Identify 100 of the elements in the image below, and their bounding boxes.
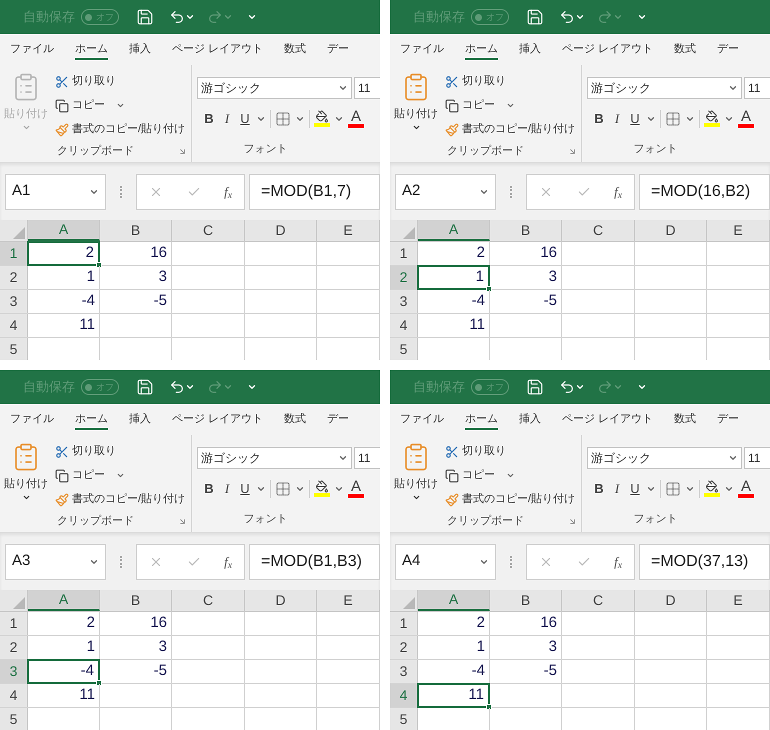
table-cell[interactable]: -4 bbox=[27, 659, 100, 684]
row-header[interactable]: 3 bbox=[0, 290, 28, 313]
copy-button[interactable]: コピー bbox=[55, 95, 186, 116]
underline-button[interactable]: U bbox=[238, 109, 252, 128]
caret-icon[interactable] bbox=[728, 83, 738, 93]
row-header[interactable]: 2 bbox=[0, 266, 28, 289]
table-cell[interactable]: 1 bbox=[417, 265, 490, 290]
bold-button[interactable]: B bbox=[202, 109, 216, 128]
font-size-field[interactable]: 11 bbox=[744, 447, 770, 469]
row-header[interactable]: 1 bbox=[0, 612, 28, 635]
ribbon-tab[interactable]: 挿入 bbox=[519, 408, 541, 430]
format-painter-button[interactable]: 書式のコピー/貼り付け bbox=[445, 119, 576, 140]
dialog-launcher-icon[interactable] bbox=[568, 516, 577, 526]
customize-icon[interactable] bbox=[637, 382, 647, 392]
table-cell[interactable]: 11 bbox=[417, 683, 490, 708]
ribbon-tab[interactable]: ホーム bbox=[75, 408, 108, 430]
name-box[interactable]: A2 bbox=[395, 174, 496, 210]
table-cell[interactable]: -5 bbox=[490, 660, 561, 683]
column-header[interactable]: E bbox=[317, 220, 380, 241]
copy-button[interactable]: コピー bbox=[55, 465, 186, 486]
ribbon-tab[interactable]: ページ レイアウト bbox=[562, 38, 654, 60]
font-name-field[interactable]: 游ゴシック bbox=[587, 447, 742, 469]
bold-button[interactable]: B bbox=[592, 479, 606, 498]
column-header[interactable]: D bbox=[635, 220, 707, 241]
row-header[interactable]: 3 bbox=[0, 660, 28, 683]
insert-function-button[interactable]: f$_{x}$ bbox=[614, 182, 622, 202]
row-header[interactable]: 4 bbox=[390, 314, 418, 337]
save-icon[interactable] bbox=[136, 378, 154, 396]
font-name-field[interactable]: 游ゴシック bbox=[197, 77, 352, 99]
cut-button[interactable]: 切り取り bbox=[445, 441, 576, 462]
row-header[interactable]: 4 bbox=[390, 684, 418, 707]
ribbon-tab[interactable]: 数式 bbox=[284, 408, 306, 430]
borders-icon[interactable] bbox=[275, 480, 291, 497]
customize-icon[interactable] bbox=[247, 382, 257, 392]
font-size-field[interactable]: 11 bbox=[354, 447, 380, 469]
save-icon[interactable] bbox=[526, 378, 544, 396]
insert-function-button[interactable]: f$_{x}$ bbox=[224, 552, 232, 572]
paste-button[interactable]: 貼り付け bbox=[390, 71, 442, 140]
font-color-button[interactable]: A bbox=[348, 109, 364, 128]
save-icon[interactable] bbox=[526, 8, 544, 26]
font-size-field[interactable]: 11 bbox=[744, 77, 770, 99]
ribbon-tab[interactable]: ページ レイアウト bbox=[172, 408, 264, 430]
ribbon-tab[interactable]: ホーム bbox=[465, 408, 498, 430]
customize-icon[interactable] bbox=[247, 12, 257, 22]
fill-color-button[interactable] bbox=[704, 110, 720, 128]
ribbon-tab[interactable]: 挿入 bbox=[519, 38, 541, 60]
borders-icon[interactable] bbox=[275, 110, 291, 127]
ribbon-tab[interactable]: デー bbox=[717, 38, 740, 60]
table-cell[interactable]: 2 bbox=[418, 612, 489, 635]
ribbon-tab[interactable]: デー bbox=[327, 38, 350, 60]
ribbon-tab[interactable]: デー bbox=[717, 408, 740, 430]
copy-button[interactable]: コピー bbox=[445, 465, 576, 486]
caret-icon[interactable] bbox=[575, 382, 585, 392]
format-painter-button[interactable]: 書式のコピー/貼り付け bbox=[445, 489, 576, 510]
table-cell[interactable]: -5 bbox=[490, 290, 561, 313]
save-icon[interactable] bbox=[136, 8, 154, 26]
undo-icon[interactable] bbox=[169, 9, 185, 25]
insert-function-button[interactable]: f$_{x}$ bbox=[224, 182, 232, 202]
row-header[interactable]: 1 bbox=[0, 242, 28, 265]
ribbon-tab[interactable]: 挿入 bbox=[129, 408, 151, 430]
customize-icon[interactable] bbox=[637, 12, 647, 22]
insert-function-button[interactable]: f$_{x}$ bbox=[614, 552, 622, 572]
ribbon-tab[interactable]: 挿入 bbox=[129, 38, 151, 60]
column-header[interactable]: A bbox=[28, 590, 100, 611]
borders-icon[interactable] bbox=[665, 110, 681, 127]
column-header[interactable]: A bbox=[418, 590, 490, 611]
dialog-launcher-icon[interactable] bbox=[178, 146, 187, 156]
font-color-button[interactable]: A bbox=[738, 109, 754, 128]
table-cell[interactable]: 3 bbox=[100, 266, 171, 289]
ribbon-tab[interactable]: 数式 bbox=[284, 38, 306, 60]
fill-color-button[interactable] bbox=[704, 480, 720, 498]
italic-button[interactable]: I bbox=[220, 479, 234, 498]
column-header[interactable]: D bbox=[245, 220, 317, 241]
table-cell[interactable]: 11 bbox=[418, 314, 489, 337]
font-color-button[interactable]: A bbox=[738, 479, 754, 498]
bold-button[interactable]: B bbox=[202, 479, 216, 498]
cut-button[interactable]: 切り取り bbox=[55, 441, 186, 462]
bold-button[interactable]: B bbox=[592, 109, 606, 128]
table-cell[interactable]: 2 bbox=[27, 241, 100, 266]
row-header[interactable]: 5 bbox=[0, 338, 28, 360]
italic-button[interactable]: I bbox=[220, 109, 234, 128]
table-cell[interactable]: 16 bbox=[490, 612, 561, 635]
row-header[interactable]: 5 bbox=[390, 708, 418, 730]
cut-button[interactable]: 切り取り bbox=[55, 71, 186, 92]
column-header[interactable]: B bbox=[100, 220, 172, 241]
table-cell[interactable]: -4 bbox=[418, 660, 489, 683]
ribbon-tab[interactable]: デー bbox=[327, 408, 350, 430]
caret-icon[interactable] bbox=[338, 83, 348, 93]
cut-button[interactable]: 切り取り bbox=[445, 71, 576, 92]
ribbon-tab[interactable]: ファイル bbox=[400, 38, 444, 60]
ribbon-tab[interactable]: 数式 bbox=[674, 408, 696, 430]
column-header[interactable]: C bbox=[172, 590, 245, 611]
font-color-button[interactable]: A bbox=[348, 479, 364, 498]
column-header[interactable]: B bbox=[490, 220, 562, 241]
table-cell[interactable]: -4 bbox=[418, 290, 489, 313]
column-header[interactable]: B bbox=[490, 590, 562, 611]
column-header[interactable]: E bbox=[317, 590, 380, 611]
table-cell[interactable]: 16 bbox=[100, 242, 171, 265]
italic-button[interactable]: I bbox=[610, 109, 624, 128]
table-cell[interactable]: -5 bbox=[100, 290, 171, 313]
